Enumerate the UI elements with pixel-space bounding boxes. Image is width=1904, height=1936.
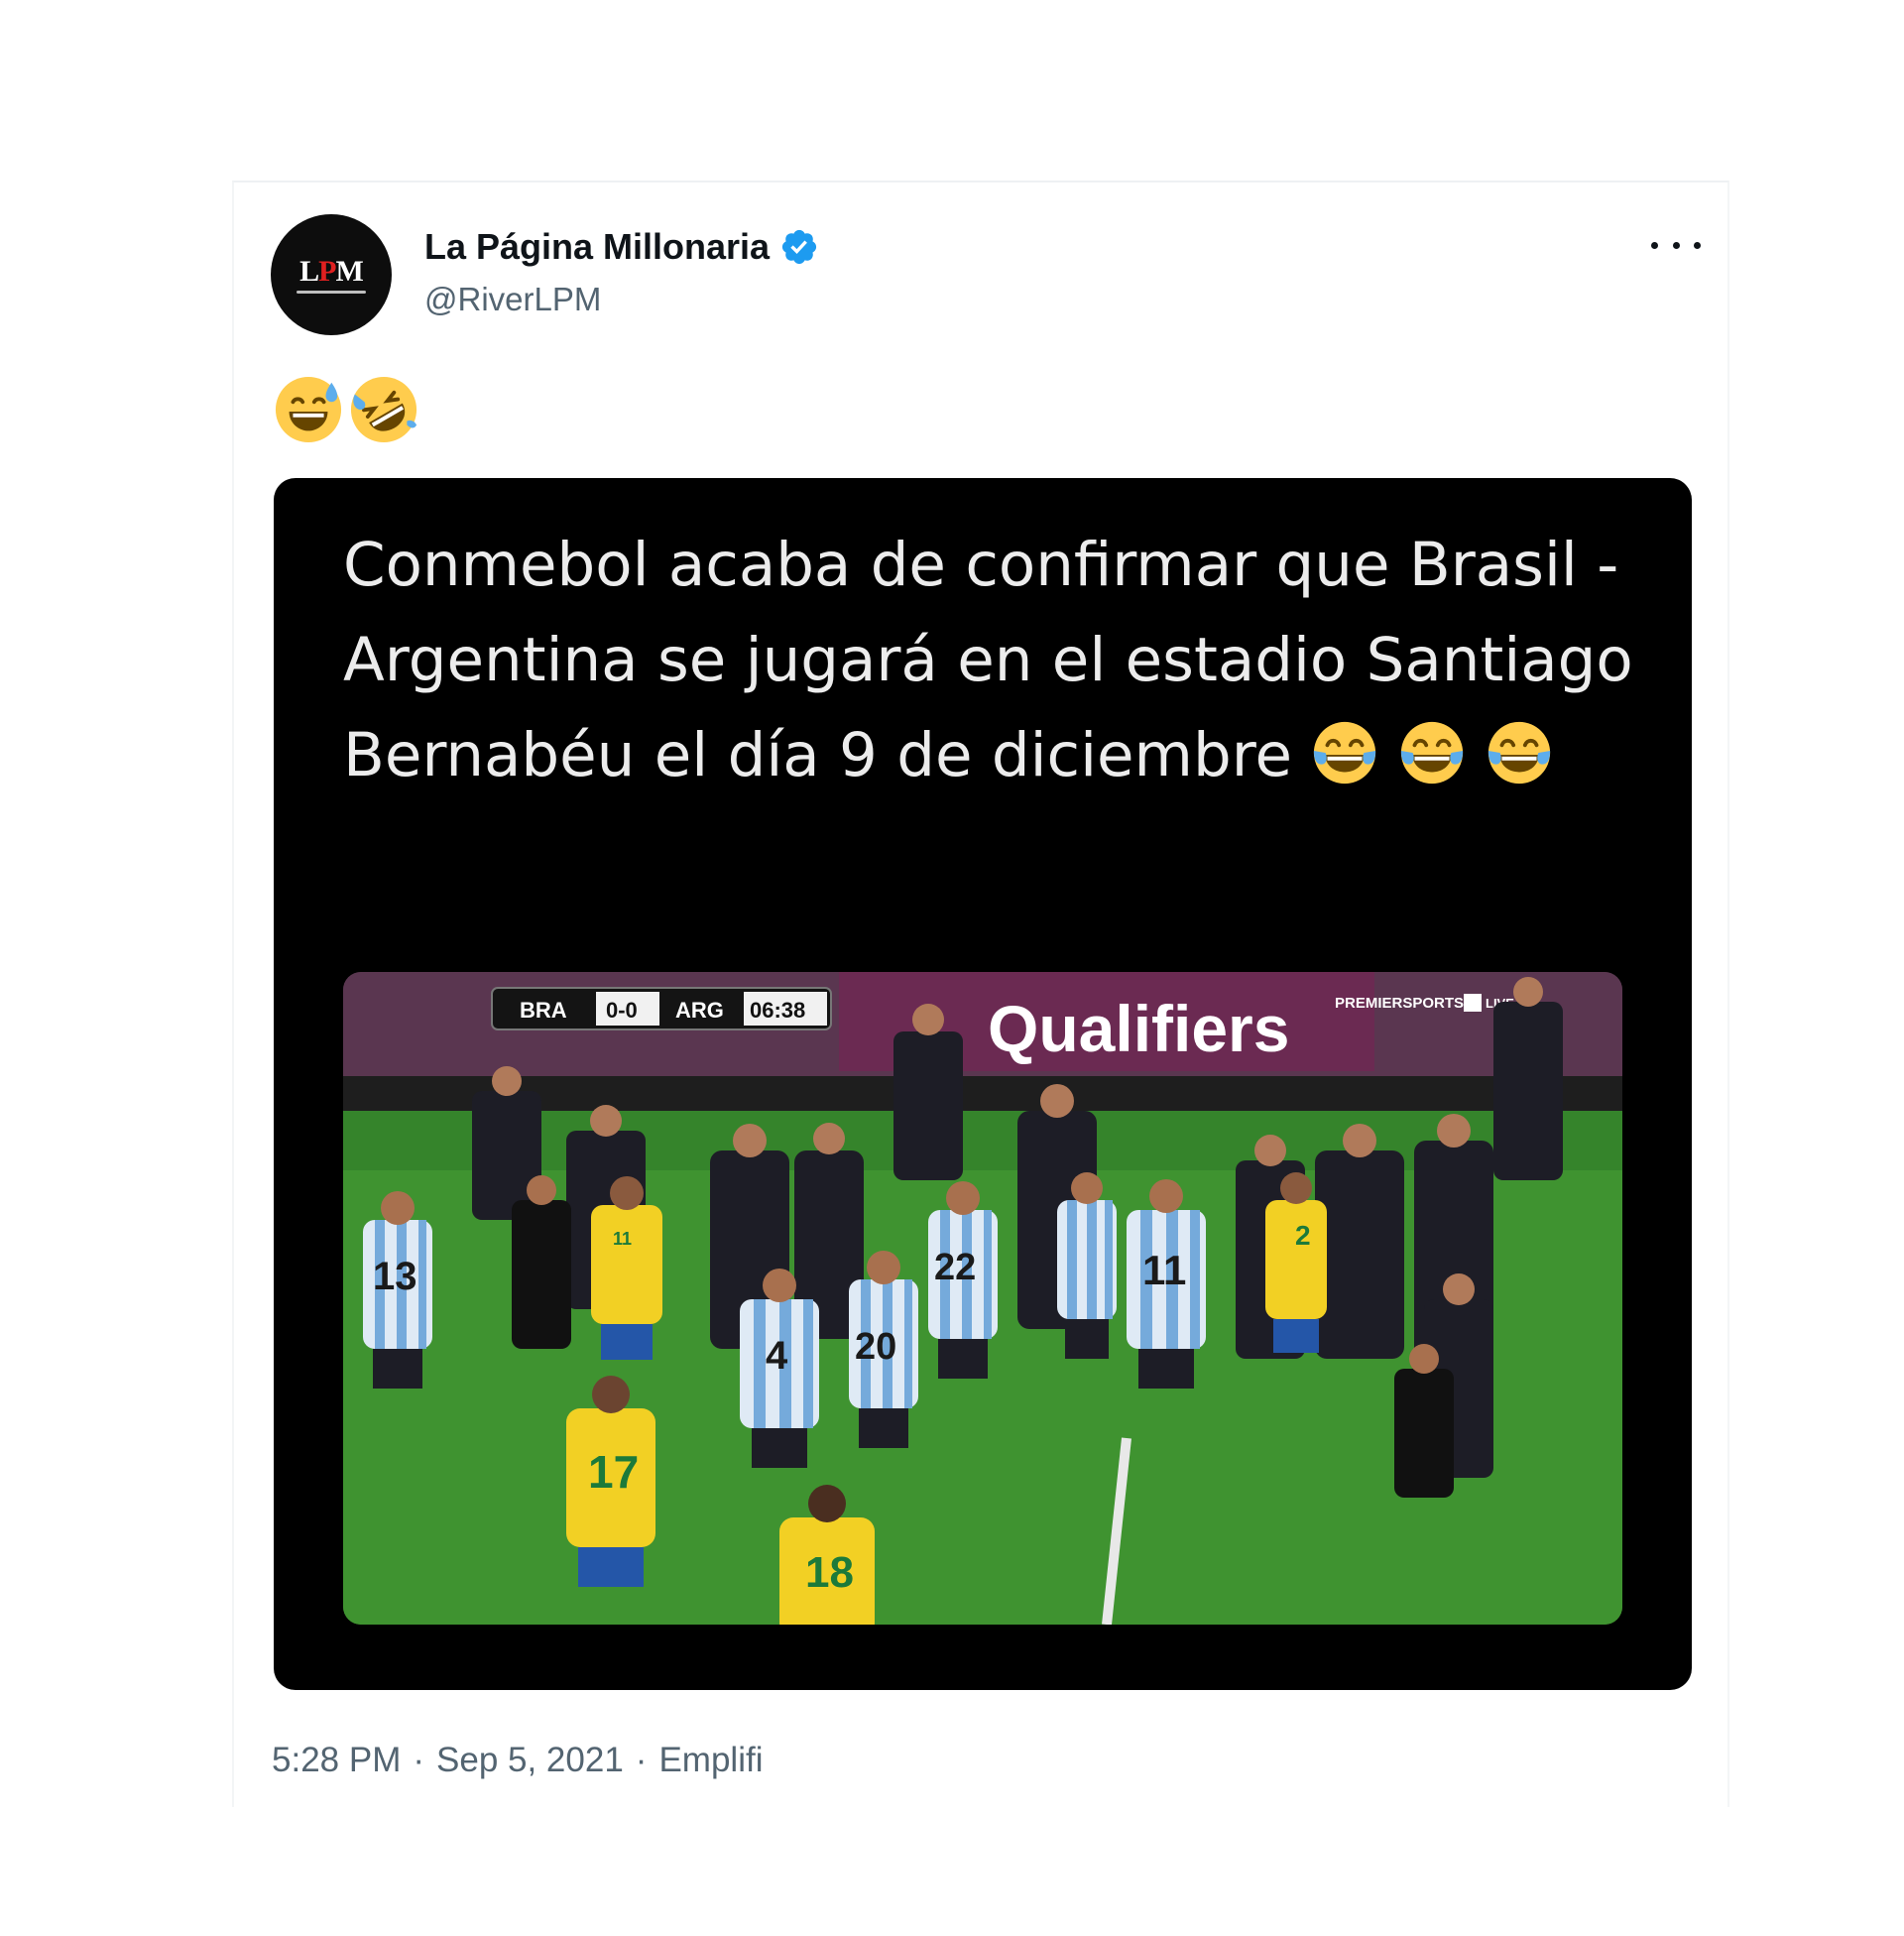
tears-of-joy-emoji [1400,721,1464,785]
avatar-logo: LPM [299,254,364,288]
jersey-number: 11 [1142,1247,1186,1293]
tears-of-joy-emoji [1313,721,1376,785]
jersey-number: 4 [766,1334,788,1378]
media-headline: Conmebol acaba de confirmar que Brasil -… [343,530,1633,790]
avatar-tagline-bar [297,290,366,294]
tweet-date[interactable]: Sep 5, 2021 [436,1741,624,1780]
more-horizontal-icon[interactable] [1651,230,1701,260]
sweat-smile-emoji [275,376,342,443]
tweet-media[interactable]: Conmebol acaba de confirmar que Brasil -… [274,478,1692,1690]
avatar[interactable]: LPM [271,214,392,335]
match-scene: Qualifiers PREMIERSPORTS LIVE BRA 0-0 AR… [343,972,1622,1625]
scoreboard-home: BRA [520,998,567,1023]
scoreboard-score: 0-0 [606,998,638,1023]
meta-separator: · [635,1741,648,1779]
scoreboard-clock: 06:38 [750,998,805,1023]
banner-text: Qualifiers [988,992,1289,1065]
jersey-number: 2 [1295,1220,1311,1251]
jersey-number: 20 [855,1326,896,1368]
tweet-source[interactable]: Emplifi [658,1741,763,1780]
tears-of-joy-emoji [1488,721,1551,785]
author-row: La Página Millonaria [424,226,819,268]
jersey-number: 22 [934,1247,976,1288]
jersey-number: 11 [613,1229,632,1249]
scoreboard: BRA 0-0 ARG 06:38 [491,987,832,1030]
author-name[interactable]: La Página Millonaria [424,226,770,268]
verified-badge-icon [782,229,817,265]
tweet-time[interactable]: 5:28 PM [272,1741,401,1780]
match-video-still[interactable]: Qualifiers PREMIERSPORTS LIVE BRA 0-0 AR… [343,972,1622,1625]
scoreboard-away: ARG [675,998,724,1023]
rofl-emoji [350,376,417,443]
jersey-number: 13 [373,1255,417,1298]
tweet-text [274,375,418,444]
author-handle[interactable]: @RiverLPM [424,281,601,318]
jersey-number: 17 [588,1446,639,1498]
meta-separator: · [413,1741,425,1779]
jersey-number: 18 [805,1548,854,1597]
broadcaster-name: PREMIERSPORTS [1335,995,1464,1012]
tweet-metadata: 5:28 PM · Sep 5, 2021 · Emplifi [272,1741,763,1780]
